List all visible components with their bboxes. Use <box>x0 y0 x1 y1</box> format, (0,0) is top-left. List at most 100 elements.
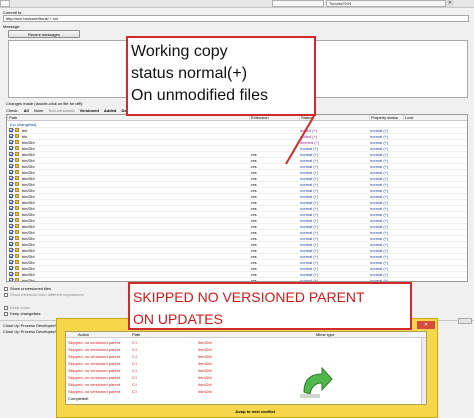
col-lock[interactable]: Lock <box>403 115 413 121</box>
progress-cell-file: \bin\Dbl <box>198 347 212 352</box>
file-icon <box>15 236 19 240</box>
row-checkbox[interactable] <box>9 152 13 156</box>
progress-cell-path: C:\ <box>132 389 138 394</box>
filter-all-link[interactable]: All <box>24 108 29 113</box>
show-externals-label: Show externals from different repositori… <box>10 292 84 297</box>
keep-changelists-checkbox[interactable]: Keep changelists <box>4 311 40 316</box>
filter-non-versioned-link[interactable]: Non-versioned <box>49 108 75 113</box>
show-externals-checkbox[interactable]: Show externals from different repositori… <box>4 292 84 297</box>
dialog-footer: Jump to next conflict <box>65 407 427 416</box>
row-checkbox[interactable] <box>9 248 13 252</box>
row-checkbox[interactable] <box>9 176 13 180</box>
progress-cell-path: C:\ <box>132 375 138 380</box>
show-unversioned-checkbox[interactable]: Show unversioned files <box>4 286 51 291</box>
progress-cell-action: Skipped, no versioned parent <box>68 389 121 394</box>
filter-versioned-link[interactable]: Versioned <box>80 108 99 113</box>
side-button[interactable] <box>458 318 472 324</box>
changes-label: Changes made (double-click on file for d… <box>6 101 84 106</box>
file-icon <box>15 200 19 204</box>
row-checkbox[interactable] <box>9 218 13 222</box>
file-icon <box>15 254 19 258</box>
progress-list-header: Action Path Mime type <box>66 332 426 338</box>
window-title-box: TortoiseSVN <box>326 0 446 7</box>
row-checkbox[interactable] <box>9 272 13 276</box>
progress-cell-path: C:\ <box>132 382 138 387</box>
annotation-top-line-3: On unmodified files <box>131 87 268 104</box>
progress-cell-file: \bin\Dbl <box>198 368 212 373</box>
keep-changelists-label: Keep changelists <box>10 311 41 316</box>
list-item[interactable]: Skipped, no versioned parent C:\ \bin\Dbl <box>66 339 426 346</box>
row-checkbox[interactable] <box>9 212 13 216</box>
progress-cell-action: Skipped, no versioned parent <box>68 340 121 345</box>
top-close-icon[interactable]: ✕ <box>446 0 454 7</box>
file-icon <box>15 260 19 264</box>
file-icon <box>15 278 19 281</box>
row-checkbox[interactable] <box>9 266 13 270</box>
progress-cell-action: Skipped, no versioned parent <box>68 382 121 387</box>
keep-locks-checkbox[interactable]: Keep locks <box>4 305 30 310</box>
row-checkbox[interactable] <box>9 128 13 132</box>
row-checkbox[interactable] <box>9 158 13 162</box>
changed-files-list[interactable]: Path Extension Status Property status Lo… <box>6 114 468 282</box>
row-checkbox[interactable] <box>9 140 13 144</box>
top-status-box <box>272 0 324 7</box>
list-item[interactable]: Skipped, no versioned parent C:\ \bin\Dbl <box>66 374 426 381</box>
row-checkbox[interactable] <box>9 254 13 258</box>
filter-none-link[interactable]: None <box>34 108 44 113</box>
cell-path: bin/Dbl <box>22 278 35 282</box>
recent-messages-button[interactable]: Recent messages <box>8 30 80 38</box>
commit-url-field[interactable]: http://svn bio/core/trunk/ / .xcl <box>3 15 469 22</box>
file-icon <box>15 272 19 276</box>
list-item[interactable]: Skipped, no versioned parent C:\ \bin\Dbl <box>66 381 426 388</box>
file-icon <box>15 218 19 222</box>
annotation-working-copy: Working copy status normal(+) On unmodif… <box>126 36 316 116</box>
col-mime-type[interactable]: Mime type <box>316 332 334 338</box>
list-item[interactable]: Skipped, no versioned parent C:\ \bin\Dbl <box>66 367 426 374</box>
progress-cell-action: Skipped, no versioned parent <box>68 354 121 359</box>
jump-to-next-conflict-button[interactable]: Jump to next conflict <box>215 408 295 415</box>
row-checkbox[interactable] <box>9 182 13 186</box>
row-checkbox[interactable] <box>9 236 13 240</box>
list-item[interactable]: Completed! <box>66 395 426 402</box>
update-progress-dialog: ✕ Action Path Mime type Skipped, no vers… <box>56 318 438 418</box>
keep-locks-label: Keep locks <box>10 305 30 310</box>
progress-cell-file: \bin\Dbl <box>198 375 212 380</box>
progress-action-list[interactable]: Action Path Mime type Skipped, no versio… <box>65 331 427 405</box>
list-item[interactable]: Skipped, no versioned parent C:\ \bin\Dbl <box>66 346 426 353</box>
row-checkbox[interactable] <box>9 206 13 210</box>
file-icon <box>15 188 19 192</box>
col-action[interactable]: Action <box>78 332 89 338</box>
col-path-progress[interactable]: Path <box>132 332 140 338</box>
dialog-close-icon[interactable]: ✕ <box>417 321 435 329</box>
progress-cell-path: C:\ <box>132 354 138 359</box>
row-checkbox[interactable] <box>9 200 13 204</box>
row-checkbox[interactable] <box>9 194 13 198</box>
row-checkbox[interactable] <box>9 170 13 174</box>
progress-cell-file: \bin\Dbl <box>198 389 212 394</box>
file-icon <box>15 152 19 156</box>
annotation-top-line-2: status normal(+) <box>131 65 248 82</box>
annotation-bottom-line-2: ON UPDATES <box>133 311 223 327</box>
file-icon <box>15 158 19 162</box>
filter-added-link[interactable]: Added <box>104 108 116 113</box>
row-checkbox[interactable] <box>9 230 13 234</box>
row-checkbox[interactable] <box>9 164 13 168</box>
annotation-skipped: SKIPPED NO VERSIONED PARENT ON UPDATES <box>128 282 412 330</box>
progress-scrollbar[interactable] <box>421 338 426 404</box>
row-checkbox[interactable] <box>9 278 13 281</box>
row-checkbox[interactable] <box>9 224 13 228</box>
list-item[interactable]: Skipped, no versioned parent C:\ \bin\Dbl <box>66 360 426 367</box>
list-item[interactable]: Skipped, no versioned parent C:\ \bin\Dbl <box>66 353 426 360</box>
progress-cell-path: C:\ <box>132 347 138 352</box>
row-checkbox[interactable] <box>9 260 13 264</box>
col-property-status[interactable]: Property status <box>369 115 398 121</box>
update-arrow-icon <box>300 366 333 398</box>
col-path[interactable]: Path <box>7 115 17 121</box>
row-checkbox[interactable] <box>9 146 13 150</box>
row-checkbox[interactable] <box>9 242 13 246</box>
progress-cell-action: Skipped, no versioned parent <box>68 368 121 373</box>
file-icon <box>15 212 19 216</box>
list-item[interactable]: Skipped, no versioned parent C:\ \bin\Dbl <box>66 388 426 395</box>
row-checkbox[interactable] <box>9 134 13 138</box>
row-checkbox[interactable] <box>9 188 13 192</box>
